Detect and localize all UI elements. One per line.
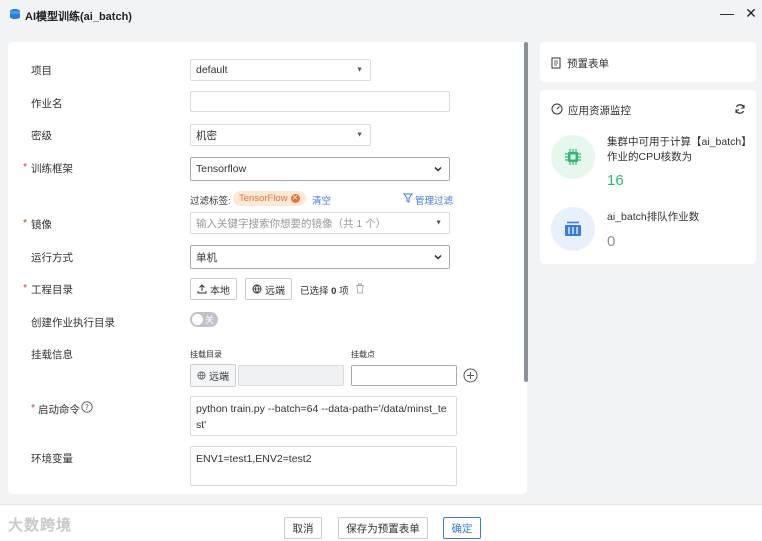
start-cmd-label: 启动命令 <box>38 404 80 416</box>
queue-icon <box>565 221 581 236</box>
image-search-select[interactable]: 输入关键字搜索你想要的镜像（共 1 个） ▼ <box>190 212 450 234</box>
resource-monitor-card: 应用资源监控 集群中可用于计算【ai_batch】作业的CPU核数为 16 ai… <box>540 90 756 264</box>
refresh-icon[interactable] <box>734 103 746 115</box>
local-upload-button[interactable]: 本地 <box>190 278 237 300</box>
required-mark: * <box>23 217 28 229</box>
cpu-metric-badge <box>551 135 595 179</box>
filter-tag[interactable]: TensorFlow ✕ <box>233 191 306 206</box>
chevron-down-icon <box>434 255 442 260</box>
remote-select-label: 远端 <box>265 285 285 297</box>
chevron-down-icon <box>434 167 442 172</box>
tag-close-icon[interactable]: ✕ <box>290 194 300 203</box>
mount-point-header: 挂载点 <box>351 350 375 359</box>
local-upload-label: 本地 <box>210 285 230 297</box>
cpu-chip-icon <box>565 149 581 165</box>
help-icon[interactable]: ? <box>81 401 93 413</box>
required-mark: * <box>31 402 36 414</box>
mount-remote-button[interactable]: 远端 <box>190 364 236 387</box>
dropdown-arrow-icon: ▼ <box>435 219 442 227</box>
svg-text:?: ? <box>85 403 89 412</box>
image-placeholder: 输入关键字搜索你想要的镜像（共 1 个） <box>196 217 387 230</box>
upload-icon <box>197 284 207 294</box>
dropdown-arrow-icon: ▼ <box>356 66 363 74</box>
selected-suffix: 项 <box>339 286 349 297</box>
mount-point-input[interactable] <box>351 365 457 386</box>
framework-label: 训练框架 <box>31 163 73 175</box>
remote-select-button[interactable]: 远端 <box>245 278 292 300</box>
filter-tag-label: TensorFlow <box>239 193 288 204</box>
globe-icon <box>197 371 206 380</box>
framework-select[interactable]: Tensorflow <box>190 157 450 181</box>
create-exec-dir-toggle[interactable]: 关 <box>190 312 218 327</box>
mount-info-label: 挂载信息 <box>31 349 73 361</box>
mount-remote-label: 远端 <box>209 372 229 383</box>
filter-icon <box>403 193 413 203</box>
env-vars-label: 环境变量 <box>31 453 73 465</box>
required-mark: * <box>23 161 28 173</box>
minimize-button[interactable]: — <box>719 5 735 21</box>
watermark-logo: 大数跨境 <box>8 517 73 534</box>
framework-value: Tensorflow <box>196 163 247 175</box>
app-logo-icon <box>10 9 20 19</box>
cancel-button[interactable]: 取消 <box>284 517 322 539</box>
clear-filter-link[interactable]: 清空 <box>312 193 331 207</box>
run-mode-value: 单机 <box>196 251 217 264</box>
image-label: 镜像 <box>31 219 52 231</box>
gauge-icon <box>551 103 563 115</box>
close-button[interactable]: ✕ <box>743 5 759 21</box>
queue-metric-label: ai_batch排队作业数 <box>607 211 700 223</box>
selected-count-text: 已选择 0 项 <box>300 283 349 297</box>
project-value: default <box>196 64 228 76</box>
mount-dir-header: 挂载目录 <box>190 350 222 359</box>
resource-monitor-title: 应用资源监控 <box>568 105 631 117</box>
cpu-metric-label: 集群中可用于计算【ai_batch】作业的CPU核数为 <box>607 136 747 163</box>
mount-dir-input <box>238 365 344 386</box>
project-label: 项目 <box>31 65 52 77</box>
document-icon <box>551 57 561 69</box>
manage-filter-link[interactable]: 管理过滤 <box>415 193 453 207</box>
run-mode-select[interactable]: 单机 <box>190 245 450 269</box>
cpu-metric-value: 16 <box>607 172 624 189</box>
queue-metric-value: 0 <box>607 233 616 250</box>
security-level-label: 密级 <box>31 130 52 142</box>
create-exec-dir-label: 创建作业执行目录 <box>31 317 115 329</box>
title-bar: AI模型训练(ai_batch) — ✕ <box>0 0 762 30</box>
job-name-input[interactable] <box>190 91 450 112</box>
security-level-value: 机密 <box>196 129 217 142</box>
queue-metric-badge <box>551 207 595 251</box>
toggle-state-text: 关 <box>205 315 215 325</box>
job-name-label: 作业名 <box>31 98 63 110</box>
preset-form-card[interactable]: 预置表单 <box>540 42 756 82</box>
selected-prefix: 已选择 <box>300 286 329 297</box>
selected-count: 0 <box>331 286 337 297</box>
start-cmd-textarea[interactable]: python train.py --batch=64 --data-path='… <box>190 396 457 436</box>
save-preset-button[interactable]: 保存为预置表单 <box>338 517 428 539</box>
window-title: AI模型训练(ai_batch) <box>25 11 132 23</box>
globe-icon <box>252 284 262 294</box>
project-select[interactable]: default ▼ <box>190 59 371 81</box>
add-mount-icon[interactable] <box>463 368 478 383</box>
confirm-button[interactable]: 确定 <box>443 517 481 539</box>
project-dir-label: 工程目录 <box>31 284 73 296</box>
env-vars-textarea[interactable]: ENV1=test1,ENV2=test2 <box>190 446 457 486</box>
filter-label: 过滤标签: <box>190 196 231 207</box>
run-mode-label: 运行方式 <box>31 252 73 264</box>
trash-icon[interactable] <box>355 283 365 294</box>
required-mark: * <box>23 282 28 294</box>
form-scrollbar[interactable] <box>524 42 528 382</box>
dropdown-arrow-icon: ▼ <box>356 131 363 139</box>
preset-form-title: 预置表单 <box>567 58 609 70</box>
toggle-knob <box>192 314 203 325</box>
security-level-select[interactable]: 机密 ▼ <box>190 124 371 146</box>
